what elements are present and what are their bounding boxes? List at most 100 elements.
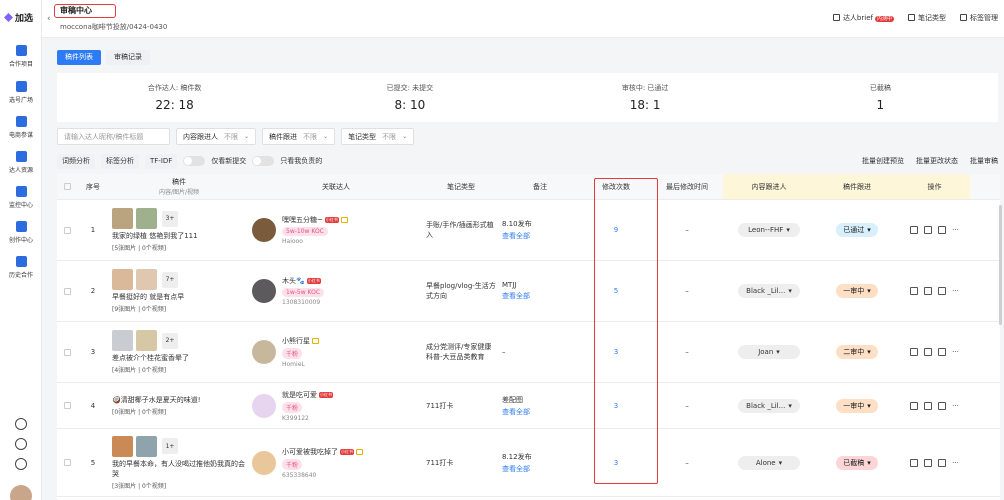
note-icon [356, 448, 363, 455]
thumbnail[interactable] [112, 208, 133, 229]
manuscript-follow-select[interactable]: 稿件跟进 不限 ⌄ [262, 128, 336, 145]
select-all-checkbox[interactable] [63, 183, 71, 190]
thumbnail[interactable] [112, 330, 133, 351]
search-input[interactable]: 请输入达人昵称/稿件标题 [57, 128, 170, 145]
edit-icon[interactable] [924, 401, 933, 410]
brief-button[interactable]: 达人brief 内测中 [832, 13, 894, 23]
note-type-select[interactable]: 笔记类型 不限 ⌄ [341, 128, 415, 145]
preview-icon[interactable] [938, 348, 947, 356]
more-icon[interactable]: ··· [952, 402, 959, 410]
kol-avatar[interactable] [252, 340, 276, 364]
review-icon[interactable] [910, 458, 919, 467]
sidebar-item-monitor[interactable]: 监控中心 [0, 186, 42, 209]
thumbnail[interactable] [112, 435, 133, 457]
word-freq-button[interactable]: 词频分析 [57, 153, 95, 169]
sidebar-item-square[interactable]: 选号广场 [0, 81, 42, 104]
thumbnail[interactable] [136, 208, 157, 229]
stats-panel: 合作达人: 稿件数 22: 18 已提交: 未提交 8: 10 审核中: 已通过 18… [57, 73, 998, 122]
batch-review-button[interactable]: 批量审稿 [970, 156, 998, 166]
follow-status-select[interactable]: 已通过 ▾ [836, 223, 878, 237]
tab-manuscripts[interactable]: 稿件列表 [57, 50, 101, 65]
note-type-button[interactable]: 笔记类型 [908, 13, 946, 23]
more-icon[interactable]: ··· [952, 287, 959, 295]
edit-icon[interactable] [924, 458, 933, 467]
manuscript-table: 序号 稿件 内容/图片/视频 关联达人 笔记类型 备注 修改次数 最后修改时间 内… [57, 174, 1000, 500]
kol-avatar[interactable] [252, 279, 276, 303]
sidebar-item-projects[interactable]: 合作项目 [0, 45, 42, 68]
owner-select[interactable]: Joan ▾ [738, 345, 800, 359]
kol-avatar[interactable] [252, 450, 276, 475]
row-checkbox[interactable] [63, 226, 71, 234]
user-avatar[interactable] [10, 485, 32, 500]
edit-icon[interactable] [924, 226, 933, 234]
batch-preview-button[interactable]: 批量创建预览 [862, 156, 904, 166]
kol-avatar[interactable] [252, 218, 276, 242]
more-icon[interactable]: ··· [952, 459, 959, 467]
preview-icon[interactable] [938, 287, 947, 295]
edit-icon[interactable] [924, 287, 933, 295]
row-checkbox[interactable] [63, 287, 71, 295]
tag-analysis-button[interactable]: 标签分析 [101, 153, 139, 169]
preview-icon[interactable] [938, 226, 947, 234]
caret-down-icon: ▾ [788, 401, 792, 410]
thumbnail[interactable] [136, 330, 157, 351]
follow-status-select[interactable]: 一审中 ▾ [836, 398, 878, 413]
sidebar-item-creation[interactable]: 创作中心 [0, 221, 42, 244]
table-row: 4 🥥清甜椰子水是夏天的味道! [0张图片 | 0个视频] 就是吃可爱 小红书 千粉 K… [57, 383, 1000, 429]
sidebar-item-talent[interactable]: 达人资源 [0, 151, 42, 174]
preview-icon[interactable] [938, 401, 947, 410]
logo-icon [4, 13, 13, 22]
table-row: 3 2+ 差点被介个桂花蜜香晕了 [4张图片 | 0个视频] 小熊行星 千粉 Homi… [57, 322, 1000, 383]
follow-status-select[interactable]: 已截稿 ▾ [836, 455, 878, 470]
projects-icon [15, 45, 27, 56]
sidebar-item-history[interactable]: 历史合作 [0, 256, 42, 279]
help-icon[interactable] [15, 458, 27, 470]
thumbnail[interactable] [112, 269, 133, 290]
rednote-icon: 小红书 [324, 217, 339, 223]
chart-icon [15, 186, 27, 197]
tag-manage-button[interactable]: 标签管理 [960, 13, 998, 23]
owner-select[interactable]: Leon--FHF ▾ [738, 223, 800, 237]
kol-avatar[interactable] [252, 393, 276, 418]
brief-icon [832, 14, 840, 21]
sidebar-item-ecommerce[interactable]: 电商参谋 [0, 116, 42, 139]
caret-down-icon: ▾ [867, 287, 871, 295]
ai-icon [15, 221, 27, 232]
owner-select[interactable]: Alone ▾ [738, 455, 800, 470]
review-icon[interactable] [910, 226, 919, 234]
tab-review-log[interactable]: 审稿记录 [106, 50, 150, 65]
row-checkbox[interactable] [63, 459, 71, 466]
chevron-down-icon: ⌄ [323, 133, 329, 140]
review-icon[interactable] [910, 287, 919, 295]
follow-status-select[interactable]: 一审中 ▾ [836, 284, 878, 298]
batch-status-button[interactable]: 批量更改状态 [916, 156, 958, 166]
thumbnail[interactable] [136, 269, 157, 290]
preview-icon[interactable] [938, 458, 947, 467]
content-owner-select[interactable]: 内容跟进人 不限 ⌄ [176, 128, 257, 145]
new-only-toggle[interactable] [183, 156, 206, 166]
owner-select[interactable]: Black _Lil... ▾ [738, 398, 800, 413]
more-icon[interactable]: ··· [952, 348, 959, 356]
bell-icon[interactable] [15, 418, 27, 430]
row-checkbox[interactable] [63, 402, 71, 409]
caret-down-icon: ▾ [867, 226, 871, 234]
thumbnail[interactable] [136, 435, 157, 457]
stat-kol: 合作达人: 稿件数 22: 18 [147, 84, 202, 112]
review-icon[interactable] [910, 348, 919, 356]
last-modified-sort[interactable]: 最后修改时间 [651, 174, 723, 199]
brand-logo[interactable]: 加选 [4, 11, 33, 24]
back-arrow-icon[interactable]: ‹ [47, 14, 51, 24]
row-checkbox[interactable] [63, 348, 71, 356]
scrollbar[interactable] [999, 205, 1002, 325]
more-icon[interactable]: ··· [952, 226, 959, 234]
review-icon[interactable] [910, 401, 919, 410]
caret-down-icon: ▾ [788, 287, 792, 295]
edit-icon[interactable] [924, 348, 933, 356]
plugin-icon[interactable] [15, 438, 27, 450]
owner-select[interactable]: Black _Lil... ▾ [738, 284, 800, 298]
rednote-icon: 小红书 [306, 278, 321, 284]
mine-only-toggle[interactable] [252, 156, 275, 166]
tfidf-button[interactable]: TF-IDF [145, 153, 178, 169]
note-icon [340, 217, 348, 223]
follow-status-select[interactable]: 二审中 ▾ [836, 345, 878, 359]
